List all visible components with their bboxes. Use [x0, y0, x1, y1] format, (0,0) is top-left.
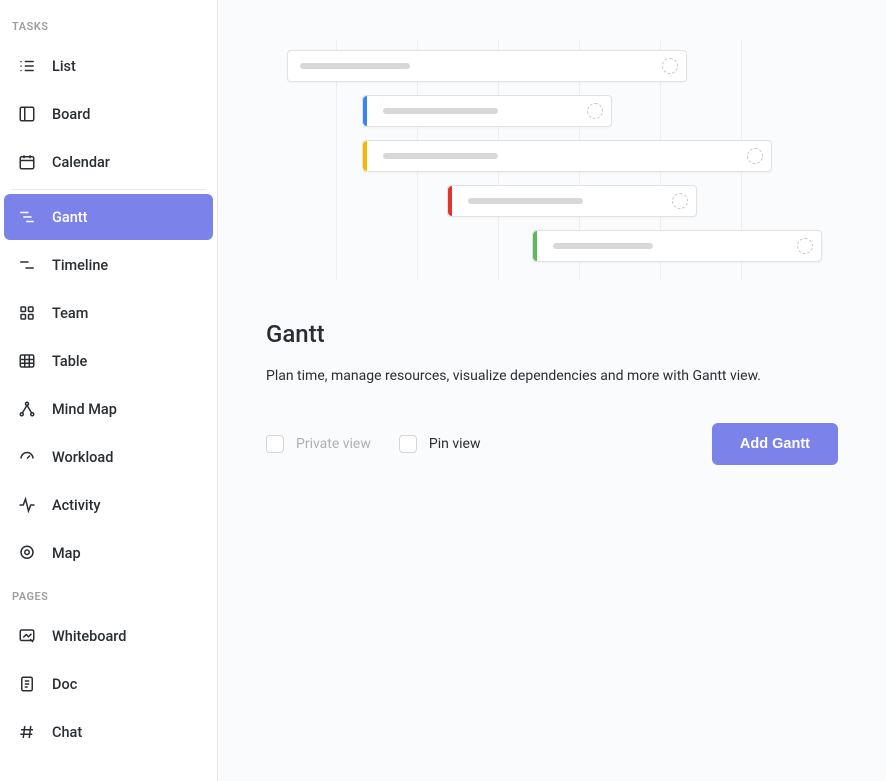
sidebar-item-label: List — [52, 58, 76, 75]
controls-row: Private view Pin view Add Gantt — [266, 423, 838, 465]
sidebar-item-workload[interactable]: Workload — [4, 434, 213, 480]
sidebar-item-label: Calendar — [52, 154, 110, 171]
sidebar-item-team[interactable]: Team — [4, 290, 213, 336]
hash-icon — [18, 723, 36, 741]
main-content: Gantt Plan time, manage resources, visua… — [218, 0, 886, 781]
gantt-illustration — [282, 40, 822, 280]
page-title: Gantt — [266, 320, 838, 348]
sidebar-item-board[interactable]: Board — [4, 91, 213, 137]
tasks-section-header: TASKS — [0, 8, 217, 41]
mindmap-icon — [18, 400, 36, 418]
sidebar-item-map[interactable]: Map — [4, 530, 213, 576]
private-view-checkbox[interactable]: Private view — [266, 435, 371, 453]
table-icon — [18, 352, 36, 370]
pages-section-header: PAGES — [0, 578, 217, 611]
sidebar-item-label: Timeline — [52, 257, 108, 274]
sidebar-item-timeline[interactable]: Timeline — [4, 242, 213, 288]
checkbox-box — [399, 435, 417, 453]
sidebar-item-label: Chat — [52, 724, 82, 741]
timeline-icon — [18, 256, 36, 274]
checkbox-label: Pin view — [429, 436, 481, 452]
sidebar-item-label: Gantt — [52, 209, 87, 226]
sidebar-item-label: Whiteboard — [52, 628, 126, 645]
checkbox-label: Private view — [296, 436, 371, 452]
sidebar-item-label: Team — [52, 305, 88, 322]
sidebar-item-mindmap[interactable]: Mind Map — [4, 386, 213, 432]
team-icon — [18, 304, 36, 322]
sidebar-item-list[interactable]: List — [4, 43, 213, 89]
whiteboard-icon — [18, 627, 36, 645]
sidebar-item-label: Activity — [52, 497, 101, 514]
calendar-icon — [18, 153, 36, 171]
sidebar-item-label: Table — [52, 353, 87, 370]
list-icon — [18, 57, 36, 75]
add-gantt-button[interactable]: Add Gantt — [712, 423, 838, 465]
pin-view-checkbox[interactable]: Pin view — [399, 435, 481, 453]
checkbox-box — [266, 435, 284, 453]
activity-icon — [18, 496, 36, 514]
sidebar-item-label: Board — [52, 106, 90, 123]
divider — [12, 189, 205, 190]
sidebar-item-chat[interactable]: Chat — [4, 709, 213, 755]
board-icon — [18, 105, 36, 123]
sidebar-item-doc[interactable]: Doc — [4, 661, 213, 707]
sidebar-item-label: Mind Map — [52, 401, 117, 418]
page-description: Plan time, manage resources, visualize d… — [266, 366, 838, 387]
sidebar-item-label: Workload — [52, 449, 113, 466]
workload-icon — [18, 448, 36, 466]
sidebar-item-gantt[interactable]: Gantt — [4, 194, 213, 240]
gantt-icon — [18, 208, 36, 226]
sidebar-item-activity[interactable]: Activity — [4, 482, 213, 528]
sidebar-item-whiteboard[interactable]: Whiteboard — [4, 613, 213, 659]
map-pin-icon — [18, 544, 36, 562]
sidebar-item-label: Map — [52, 545, 81, 562]
sidebar: TASKS List Board Calendar Gantt Timeline… — [0, 0, 218, 781]
sidebar-item-label: Doc — [52, 676, 77, 693]
sidebar-item-calendar[interactable]: Calendar — [4, 139, 213, 185]
doc-icon — [18, 675, 36, 693]
sidebar-item-table[interactable]: Table — [4, 338, 213, 384]
